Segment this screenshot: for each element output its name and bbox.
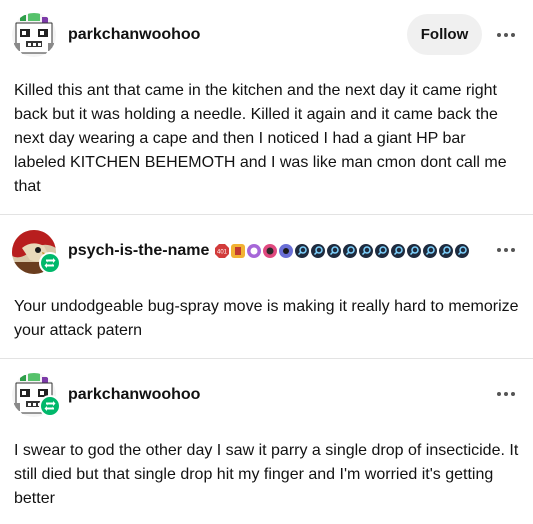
badge-icon (231, 244, 245, 258)
post-body: Killed this ant that came in the kitchen… (14, 82, 507, 195)
post-username[interactable]: parkchanwoohoo (68, 386, 200, 404)
badge-icon (455, 244, 469, 258)
reblog-entry: parkchanwoohoo I swear to god the other … (0, 359, 533, 524)
badge-icon (247, 244, 261, 258)
post-username[interactable]: psych-is-the-name (68, 242, 209, 260)
more-dots-icon (497, 392, 515, 396)
more-options-button[interactable] (494, 386, 518, 402)
badge-row[interactable]: 401 (214, 243, 470, 259)
badge-icon (391, 244, 405, 258)
avatar[interactable] (12, 13, 56, 57)
reblog-icon (44, 401, 56, 411)
badge-icon (375, 244, 389, 258)
badge-icon (263, 244, 277, 258)
more-options-button[interactable] (494, 242, 518, 258)
more-dots-icon (497, 33, 515, 37)
reblog-entry: psych-is-the-name 401 Your undodgeable b… (0, 215, 533, 358)
badge-icon (359, 244, 373, 258)
badge-icon (439, 244, 453, 258)
badge-icon (279, 244, 293, 258)
more-dots-icon (497, 248, 515, 252)
post-original: parkchanwoohoo Follow Killed this ant th… (0, 0, 533, 214)
badge-icon (327, 244, 341, 258)
badge-icon (407, 244, 421, 258)
more-options-button[interactable] (494, 27, 518, 43)
badge-icon (423, 244, 437, 258)
post-body: I swear to god the other day I saw it pa… (14, 442, 519, 507)
badge-icon (343, 244, 357, 258)
badge-icon: 401 (215, 244, 229, 258)
post-username[interactable]: parkchanwoohoo (68, 26, 200, 44)
badge-icon (295, 244, 309, 258)
reblog-icon (44, 258, 56, 268)
badge-icon (311, 244, 325, 258)
svg-text:401: 401 (217, 250, 228, 256)
reblog-badge (39, 252, 61, 274)
post-body: Your undodgeable bug-spray move is makin… (14, 298, 519, 339)
reblog-badge (39, 395, 61, 417)
follow-button[interactable]: Follow (407, 14, 482, 55)
